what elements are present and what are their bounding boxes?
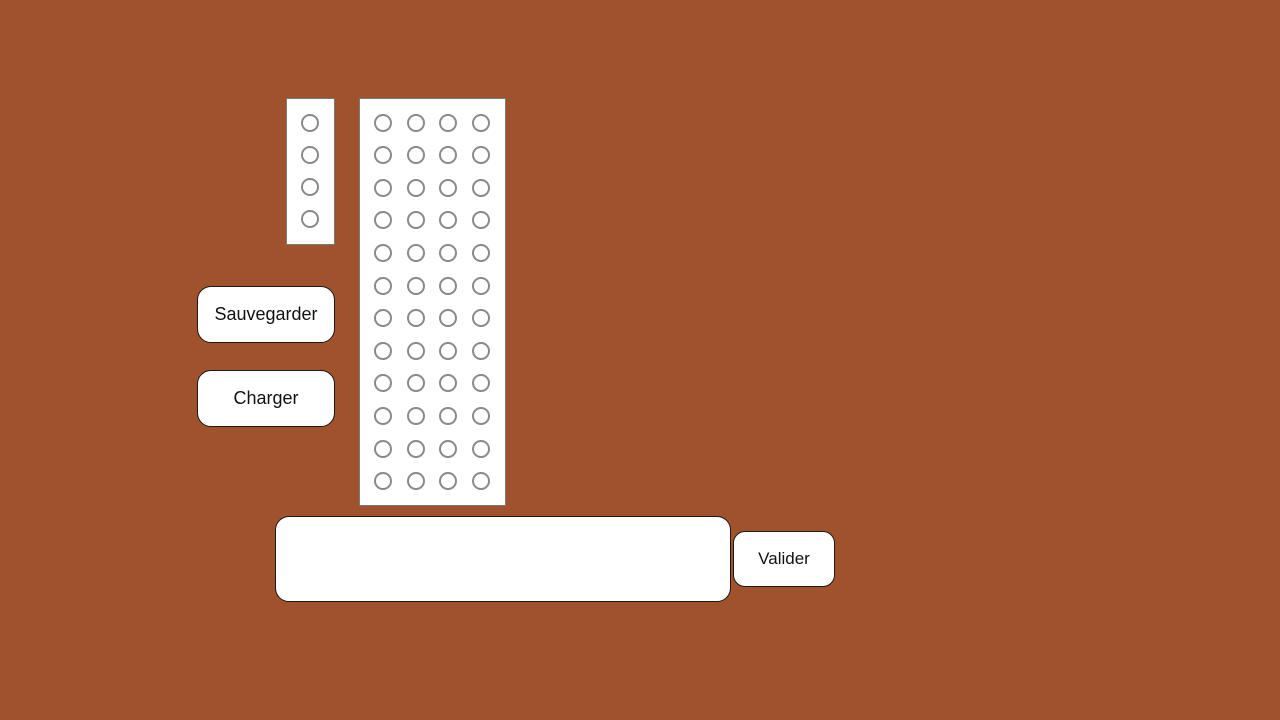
board-peg-slot[interactable] bbox=[406, 472, 425, 491]
board-peg-slot[interactable] bbox=[472, 113, 491, 132]
save-button[interactable]: Sauvegarder bbox=[197, 286, 335, 343]
board-peg-slot[interactable] bbox=[472, 178, 491, 197]
board-peg-slot[interactable] bbox=[472, 439, 491, 458]
board-peg-slot[interactable] bbox=[472, 341, 491, 360]
board-peg-slot[interactable] bbox=[374, 243, 392, 262]
board-peg-slot[interactable] bbox=[472, 243, 491, 262]
secret-code-panel bbox=[286, 98, 335, 245]
board-peg-slot[interactable] bbox=[374, 341, 392, 360]
board-peg-slot[interactable] bbox=[472, 406, 491, 425]
secret-peg-slot[interactable] bbox=[301, 145, 319, 164]
board-peg-slot[interactable] bbox=[406, 341, 425, 360]
board-peg-slot[interactable] bbox=[374, 472, 392, 491]
board-peg-slot[interactable] bbox=[406, 178, 425, 197]
board-peg-slot[interactable] bbox=[406, 309, 425, 328]
board-peg-slot[interactable] bbox=[406, 243, 425, 262]
board-peg-slot[interactable] bbox=[472, 472, 491, 491]
board-peg-slot[interactable] bbox=[439, 243, 458, 262]
board-peg-slot[interactable] bbox=[406, 439, 425, 458]
secret-peg-slot[interactable] bbox=[301, 178, 319, 197]
board-peg-slot[interactable] bbox=[374, 309, 392, 328]
message-box bbox=[275, 516, 731, 602]
validate-button[interactable]: Valider bbox=[733, 531, 835, 587]
board-peg-slot[interactable] bbox=[374, 211, 392, 230]
board-peg-slot[interactable] bbox=[374, 439, 392, 458]
board-peg-slot[interactable] bbox=[439, 113, 458, 132]
board-peg-slot[interactable] bbox=[374, 178, 392, 197]
board-peg-slot[interactable] bbox=[406, 276, 425, 295]
board-peg-slot[interactable] bbox=[439, 146, 458, 165]
secret-peg-slot[interactable] bbox=[301, 113, 319, 132]
guess-board bbox=[359, 98, 506, 506]
board-peg-slot[interactable] bbox=[406, 146, 425, 165]
board-peg-slot[interactable] bbox=[472, 211, 491, 230]
board-peg-slot[interactable] bbox=[374, 406, 392, 425]
secret-peg-slot[interactable] bbox=[301, 210, 319, 229]
board-peg-slot[interactable] bbox=[439, 439, 458, 458]
board-peg-slot[interactable] bbox=[406, 113, 425, 132]
load-button[interactable]: Charger bbox=[197, 370, 335, 427]
board-peg-slot[interactable] bbox=[472, 146, 491, 165]
board-peg-slot[interactable] bbox=[374, 374, 392, 393]
board-peg-slot[interactable] bbox=[406, 211, 425, 230]
board-peg-slot[interactable] bbox=[439, 309, 458, 328]
board-peg-slot[interactable] bbox=[374, 113, 392, 132]
board-peg-slot[interactable] bbox=[439, 406, 458, 425]
board-peg-slot[interactable] bbox=[472, 276, 491, 295]
board-peg-slot[interactable] bbox=[439, 211, 458, 230]
board-peg-slot[interactable] bbox=[439, 178, 458, 197]
board-peg-slot[interactable] bbox=[439, 472, 458, 491]
board-peg-slot[interactable] bbox=[374, 276, 392, 295]
board-peg-slot[interactable] bbox=[374, 146, 392, 165]
board-peg-slot[interactable] bbox=[439, 374, 458, 393]
board-peg-slot[interactable] bbox=[472, 309, 491, 328]
board-peg-slot[interactable] bbox=[406, 406, 425, 425]
board-peg-slot[interactable] bbox=[439, 276, 458, 295]
board-peg-slot[interactable] bbox=[439, 341, 458, 360]
board-peg-slot[interactable] bbox=[472, 374, 491, 393]
board-peg-slot[interactable] bbox=[406, 374, 425, 393]
